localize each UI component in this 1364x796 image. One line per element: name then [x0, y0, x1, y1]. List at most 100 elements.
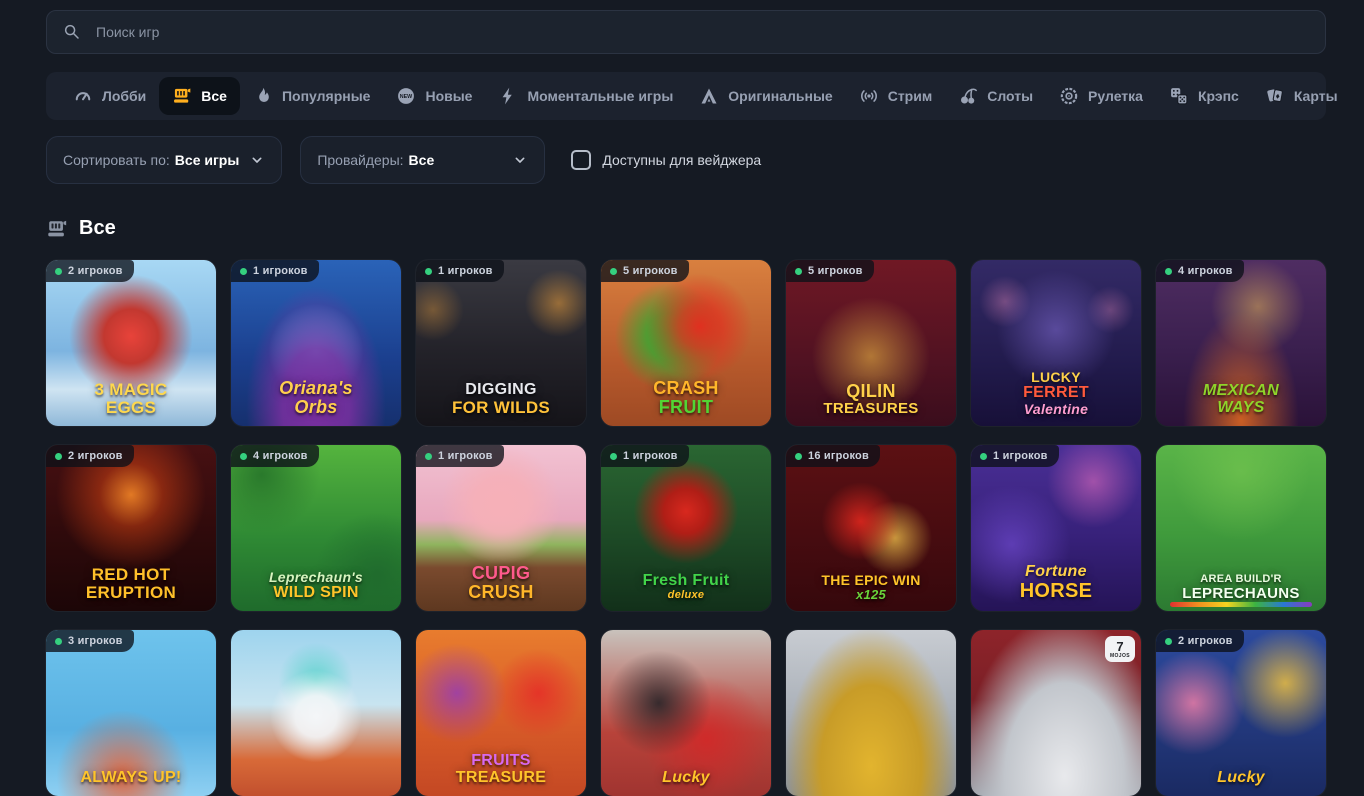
originals-a-icon	[699, 86, 719, 106]
online-dot	[55, 638, 62, 645]
game-title: 3 MAGICEGGS	[50, 381, 212, 417]
search-icon	[63, 23, 81, 41]
game-tile[interactable]: 16 игроковTHE EPIC WINx125	[786, 445, 956, 611]
game-title-line: FRUITS	[420, 753, 582, 770]
players-badge: 2 игроков	[46, 260, 134, 282]
game-tile[interactable]: 1 игроков FortuneHORSE	[971, 445, 1141, 611]
tab-лобби[interactable]: Лобби	[60, 77, 159, 115]
game-tile[interactable]: 7MOJOS	[971, 630, 1141, 796]
game-title-line: HORSE	[975, 581, 1137, 602]
game-title: Lucky	[1160, 770, 1322, 787]
players-count: 4 игроков	[253, 450, 308, 462]
tab-слоты[interactable]: Слоты	[945, 77, 1046, 115]
game-title: Fresh Fruitdeluxe	[605, 573, 767, 602]
game-title-line: DIGGING	[420, 382, 582, 399]
tab-label: Стрим	[888, 88, 932, 104]
game-tile[interactable]: 1 игроковDIGGINGFOR WILDS	[416, 260, 586, 426]
tab-крэпс[interactable]: Крэпс	[1156, 77, 1252, 115]
sort-value: Все игры	[175, 152, 240, 168]
providers-label: Провайдеры:	[317, 152, 403, 168]
providers-dropdown[interactable]: Провайдеры: Все	[300, 136, 545, 184]
game-title-line: LEPRECHAUNS	[1160, 586, 1322, 602]
game-tile[interactable]: 5 игроков QILINTREASURES	[786, 260, 956, 426]
game-title: CRASHFRUIT	[605, 379, 767, 417]
tab-рулетка[interactable]: Рулетка	[1046, 77, 1156, 115]
tab-популярные[interactable]: Популярные	[240, 77, 383, 115]
provider-logo: 7MOJOS	[1105, 636, 1135, 662]
game-tile[interactable]	[231, 630, 401, 796]
game-title: AREA BUILD'RLEPRECHAUNS	[1160, 574, 1322, 602]
game-title: MEXICANWAYS	[1160, 383, 1322, 417]
players-count: 1 игроков	[438, 450, 493, 462]
tab-новые[interactable]: NEWНовые	[383, 77, 485, 115]
wager-checkbox-label: Доступны для вейджера	[602, 152, 761, 168]
game-title-line: Fresh Fruit	[605, 573, 767, 590]
tab-label: Слоты	[987, 88, 1033, 104]
providers-value: Все	[409, 152, 435, 168]
tab-стрим[interactable]: Стрим	[846, 77, 945, 115]
section-title: Все	[79, 217, 116, 240]
chevron-down-icon	[512, 152, 528, 168]
wager-checkbox[interactable]	[571, 150, 591, 170]
playing-cards-icon	[1265, 86, 1285, 106]
game-tile[interactable]: 1 игроковCUPIGCRUSH	[416, 445, 586, 611]
players-badge: 2 игроков	[46, 445, 134, 467]
players-badge: 2 игроков	[1156, 630, 1244, 652]
game-title-line: FRUIT	[605, 398, 767, 417]
flame-icon	[253, 86, 273, 106]
players-badge: 1 игроков	[231, 260, 319, 282]
online-dot	[980, 453, 987, 460]
game-tile[interactable]	[786, 630, 956, 796]
game-tile[interactable]: 2 игроков Lucky	[1156, 630, 1326, 796]
game-title: QILINTREASURES	[790, 382, 952, 417]
players-count: 1 игроков	[993, 450, 1048, 462]
game-title-line: TREASURE	[420, 770, 582, 787]
game-title: RED HOTERUPTION	[50, 566, 212, 602]
game-title: Lucky	[605, 770, 767, 787]
game-tile[interactable]: FRUITSTREASURE	[416, 630, 586, 796]
game-title: Oriana'sOrbs	[235, 379, 397, 417]
game-tile[interactable]: Lucky	[601, 630, 771, 796]
game-tile[interactable]: 3 игроков ALWAYS UP!	[46, 630, 216, 796]
online-dot	[610, 268, 617, 275]
wager-filter[interactable]: Доступны для вейджера	[571, 150, 761, 170]
lightning-icon	[498, 86, 518, 106]
game-tile[interactable]: 1 игроков Fresh Fruitdeluxe	[601, 445, 771, 611]
online-dot	[1165, 638, 1172, 645]
dice-icon	[1169, 86, 1189, 106]
game-title: ALWAYS UP!	[50, 770, 212, 787]
players-badge: 1 игроков	[601, 445, 689, 467]
search-input[interactable]	[94, 23, 1309, 41]
players-badge: 3 игроков	[46, 630, 134, 652]
game-title-line: LUCKY	[975, 370, 1137, 385]
game-tile[interactable]: 4 игроковMEXICANWAYS	[1156, 260, 1326, 426]
players-badge: 1 игроков	[971, 445, 1059, 467]
online-dot	[795, 268, 802, 275]
game-tile[interactable]: 4 игроковLeprechaun'sWILD SPIN	[231, 445, 401, 611]
tab-label: Лобби	[102, 88, 146, 104]
online-dot	[425, 453, 432, 460]
sort-dropdown[interactable]: Сортировать по:Все игры	[46, 136, 282, 184]
tab-моментальные-игры[interactable]: Моментальные игры	[485, 77, 686, 115]
game-tile[interactable]: AREA BUILD'RLEPRECHAUNS	[1156, 445, 1326, 611]
game-tile[interactable]: 2 игроков RED HOTERUPTION	[46, 445, 216, 611]
game-title-line: CRASH	[605, 379, 767, 398]
tab-label: Моментальные игры	[527, 88, 673, 104]
game-title: FortuneHORSE	[975, 564, 1137, 602]
tab-оригинальные[interactable]: Оригинальные	[686, 77, 845, 115]
tab-карты[interactable]: Карты	[1252, 77, 1351, 115]
game-tile[interactable]: 1 игроков Oriana'sOrbs	[231, 260, 401, 426]
players-count: 2 игроков	[68, 265, 123, 277]
new-badge-icon: NEW	[396, 86, 416, 106]
online-dot	[55, 268, 62, 275]
game-tile[interactable]: LUCKYFERRETValentine	[971, 260, 1141, 426]
tab-все[interactable]: Все	[159, 77, 240, 115]
game-tile[interactable]: 2 игроков 3 MAGICEGGS	[46, 260, 216, 426]
players-count: 1 игроков	[623, 450, 678, 462]
game-tile[interactable]: 5 игроковCRASHFRUIT	[601, 260, 771, 426]
broadcast-icon	[859, 86, 879, 106]
players-count: 5 игроков	[808, 265, 863, 277]
search-bar[interactable]	[46, 10, 1326, 54]
game-title-line: Valentine	[975, 402, 1137, 417]
game-title-line: MEXICAN	[1160, 383, 1322, 400]
